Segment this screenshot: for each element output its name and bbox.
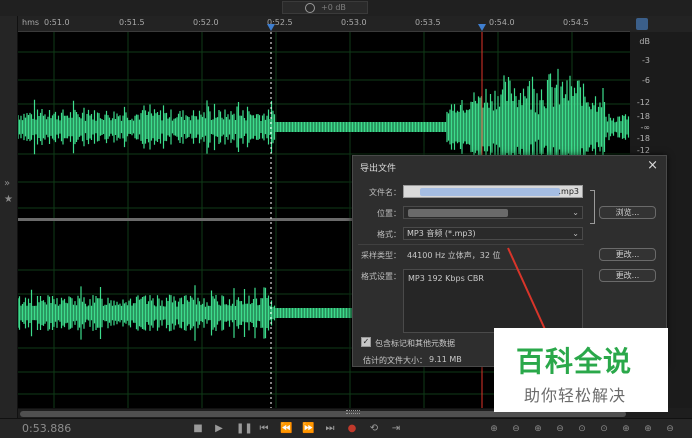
top-strip: +0 dB <box>0 0 692 16</box>
estimated-size-label: 估计的文件大小： <box>363 356 427 365</box>
zoom-in-right-icon[interactable]: ⊕ <box>642 423 654 435</box>
chevron-down-icon: ⌄ <box>572 208 579 217</box>
format-value: MP3 音频 (*.mp3) <box>407 229 476 238</box>
watermark-title: 百科全说 <box>516 345 633 378</box>
watermark-subtitle: 助你轻松解决 <box>524 386 627 405</box>
db-label: -12 <box>636 146 650 155</box>
ruler-label: 0:53.5 <box>415 18 441 27</box>
sample-type-value: 44100 Hz 立体声，32 位 <box>407 251 501 260</box>
zoom-selection-icon[interactable]: ⊙ <box>598 423 610 435</box>
zoom-in-left-icon[interactable]: ⊕ <box>620 423 632 435</box>
volume-value: +0 dB <box>321 3 346 12</box>
format-settings-label: 格式设置： <box>361 272 401 281</box>
format-label: 格式： <box>377 230 401 239</box>
transport-bar: 0:53.886 ■ ▶ ❚❚ ⏮ ⏪ ⏩ ⏭ ● ⟲ ⇥ ⊕ ⊖ ⊕ ⊖ ⊙ … <box>0 418 692 438</box>
record-icon[interactable]: ● <box>346 423 358 435</box>
zoom-in-amplitude-icon[interactable]: ⊕ <box>488 423 500 435</box>
change-sample-type-button[interactable]: 更改... <box>599 248 656 261</box>
ruler-label: 0:53.0 <box>341 18 367 27</box>
go-to-start-icon[interactable]: ⏮ <box>258 423 270 435</box>
pause-icon[interactable]: ❚❚ <box>236 423 253 435</box>
volume-control[interactable]: +0 dB <box>282 1 368 14</box>
db-label: -12 <box>636 98 650 107</box>
ruler-label: 0:51.0 <box>44 18 70 27</box>
db-label: -18 <box>636 134 650 143</box>
zoom-full-icon[interactable]: ⊙ <box>576 423 588 435</box>
estimated-size-value: 9.11 MB <box>429 355 462 364</box>
include-markers-checkbox[interactable]: ✓ <box>361 337 371 347</box>
ruler-label: 0:52.0 <box>193 18 219 27</box>
collapse-panel-icon[interactable]: » <box>4 178 10 189</box>
db-label: -3 <box>642 56 650 65</box>
location-label: 位置： <box>377 209 401 218</box>
left-panel: » ★ <box>0 16 18 438</box>
divider <box>358 244 584 245</box>
include-markers-label: 包含标记和其他元数据 <box>375 339 455 348</box>
time-ruler[interactable]: hms 0:51.0 0:51.5 0:52.0 0:52.5 0:53.0 0… <box>18 16 630 32</box>
current-time: 0:53.886 <box>22 422 72 435</box>
filename-redacted <box>420 188 560 196</box>
db-label: -∞ <box>640 123 650 132</box>
db-header <box>630 16 692 32</box>
db-label: -18 <box>636 112 650 121</box>
ruler-unit: hms <box>22 18 40 27</box>
settings-icon[interactable] <box>636 18 648 30</box>
volume-knob-icon[interactable] <box>305 3 315 13</box>
chevron-down-icon: ⌄ <box>572 229 579 238</box>
ruler-label: 0:54.5 <box>563 18 589 27</box>
browse-button[interactable]: 浏览... <box>599 206 656 219</box>
go-to-end-icon[interactable]: ⏭ <box>324 423 336 435</box>
db-label: dB <box>639 37 650 46</box>
location-dropdown[interactable]: ⌄ <box>403 206 583 219</box>
scrollbar-grip-icon <box>346 410 360 414</box>
change-format-settings-button[interactable]: 更改... <box>599 269 656 282</box>
location-redacted <box>408 209 508 217</box>
format-settings-box: MP3 192 Kbps CBR <box>403 269 583 333</box>
star-icon[interactable]: ★ <box>4 194 13 205</box>
playhead-marker[interactable] <box>478 24 486 31</box>
watermark-logo: 百科全说 助你轻松解决 <box>494 328 668 412</box>
field-bracket <box>590 190 595 224</box>
format-dropdown[interactable]: MP3 音频 (*.mp3) ⌄ <box>403 227 583 240</box>
db-label: -6 <box>642 76 650 85</box>
zoom-out-full-icon[interactable]: ⊖ <box>664 423 676 435</box>
skip-selection-icon[interactable]: ⇥ <box>390 423 402 435</box>
filename-suffix: .mp3 <box>558 187 579 196</box>
dialog-title: 导出文件 <box>360 164 397 174</box>
zoom-in-time-icon[interactable]: ⊕ <box>532 423 544 435</box>
format-settings-value: MP3 192 Kbps CBR <box>408 274 484 283</box>
selection-start-marker[interactable] <box>267 24 275 31</box>
sample-type-label: 采样类型： <box>361 251 401 260</box>
close-icon[interactable]: × <box>647 158 658 173</box>
loop-icon[interactable]: ⟲ <box>368 423 380 435</box>
filename-field[interactable]: .mp3 <box>403 185 583 198</box>
stop-icon[interactable]: ■ <box>192 423 204 435</box>
filename-label: 文件名： <box>369 188 401 197</box>
ruler-label: 0:51.5 <box>119 18 145 27</box>
zoom-out-amplitude-icon[interactable]: ⊖ <box>510 423 522 435</box>
fast-forward-icon[interactable]: ⏩ <box>302 423 314 435</box>
zoom-out-time-icon[interactable]: ⊖ <box>554 423 566 435</box>
play-icon[interactable]: ▶ <box>213 423 225 435</box>
ruler-label: 0:54.0 <box>489 18 515 27</box>
rewind-icon[interactable]: ⏪ <box>280 423 292 435</box>
